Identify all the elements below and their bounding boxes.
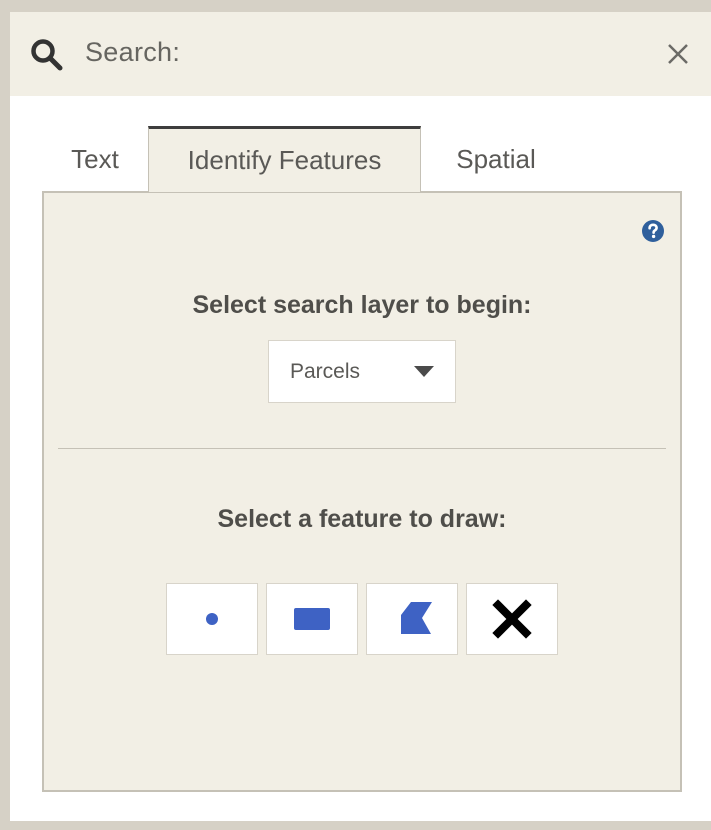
search-title: Search: bbox=[85, 37, 181, 67]
draw-polygon-button[interactable] bbox=[366, 583, 458, 655]
layer-prompt: Select search layer to begin: bbox=[192, 291, 532, 319]
clear-drawing-button[interactable] bbox=[466, 583, 558, 655]
point-icon bbox=[206, 613, 218, 625]
tab-text[interactable]: Text bbox=[42, 126, 148, 192]
layer-select-value: Parcels bbox=[290, 360, 361, 383]
search-icon bbox=[31, 39, 63, 71]
draw-point-button[interactable] bbox=[166, 583, 258, 655]
identify-features-panel: Select search layer to begin: Parcels Se… bbox=[42, 191, 682, 792]
polygon-icon bbox=[401, 602, 432, 634]
rectangle-icon bbox=[294, 608, 330, 630]
section-divider bbox=[58, 448, 666, 449]
clear-icon bbox=[492, 599, 532, 639]
search-window: Search: Text Identify Features Spatial S… bbox=[0, 0, 711, 830]
search-header: Search: bbox=[10, 12, 711, 96]
help-icon[interactable] bbox=[641, 219, 665, 243]
tab-identify-features[interactable]: Identify Features bbox=[148, 126, 421, 192]
layer-select[interactable]: Parcels bbox=[268, 340, 456, 403]
chevron-down-icon bbox=[414, 366, 434, 377]
close-icon[interactable] bbox=[664, 40, 692, 68]
draw-rectangle-button[interactable] bbox=[266, 583, 358, 655]
tab-spatial[interactable]: Spatial bbox=[421, 126, 571, 192]
draw-prompt: Select a feature to draw: bbox=[217, 505, 507, 533]
